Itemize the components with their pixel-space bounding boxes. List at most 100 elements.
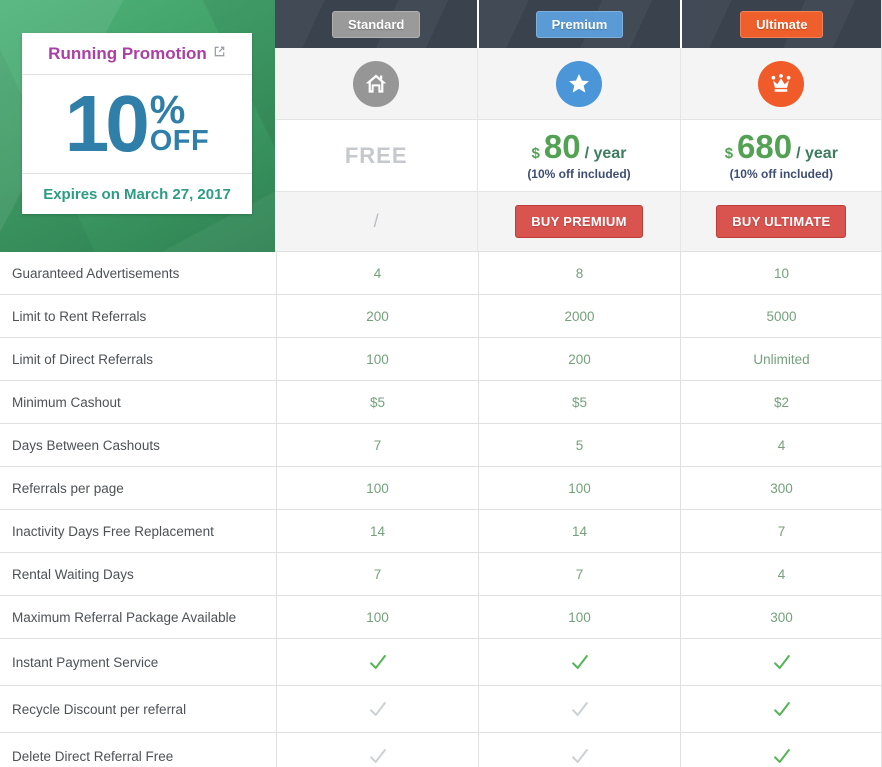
- feature-label: Rental Waiting Days: [0, 553, 277, 595]
- check-icon: [680, 733, 881, 767]
- price-note: (10% off included): [527, 167, 631, 181]
- feature-row: Minimum Cashout $5 $5 $2: [0, 381, 881, 424]
- promotion-panel: Running Promotion 10 % OFF Expires on Ma…: [0, 0, 275, 252]
- feature-value: 100: [366, 609, 389, 625]
- feature-value: 7: [478, 553, 680, 595]
- plan-columns: Standard FREE / Premium $ 80 / year (10%…: [275, 0, 881, 252]
- promotion-discount: 10 % OFF: [22, 75, 252, 174]
- feature-value: 100: [366, 480, 389, 496]
- promotion-card: Running Promotion 10 % OFF Expires on Ma…: [22, 33, 252, 214]
- feature-row: Guaranteed Advertisements 4 8 10: [0, 252, 881, 295]
- plan-buy-standard: /: [275, 192, 478, 252]
- premium-badge: Premium: [535, 10, 624, 38]
- membership-pricing-page: Running Promotion 10 % OFF Expires on Ma…: [0, 0, 882, 767]
- star-icon: [555, 60, 602, 107]
- feature-value: 8: [478, 252, 680, 294]
- plan-header-premium: Premium: [477, 0, 680, 48]
- check-icon: [680, 686, 881, 732]
- promotion-expiry: Expires on March 27, 2017: [43, 185, 231, 203]
- price-period: / year: [584, 145, 627, 162]
- feature-row: Recycle Discount per referral: [0, 686, 881, 733]
- check-icon: [478, 686, 680, 732]
- feature-row: Rental Waiting Days 7 7 4: [0, 553, 881, 596]
- price-period: / year: [796, 145, 838, 162]
- feature-label: Minimum Cashout: [0, 381, 277, 423]
- promotion-title-row: Running Promotion: [22, 33, 252, 75]
- plan-header-standard: Standard: [275, 0, 478, 48]
- plan-buy-premium: BUY PREMIUM: [477, 192, 680, 252]
- feature-label: Referrals per page: [0, 467, 277, 509]
- discount-number: 10: [64, 79, 150, 168]
- feature-value: Unlimited: [680, 338, 881, 380]
- buy-ultimate-button[interactable]: BUY ULTIMATE: [716, 205, 847, 238]
- feature-value: 14: [369, 523, 386, 539]
- buy-premium-button[interactable]: BUY PREMIUM: [515, 205, 643, 238]
- price-amount: 80: [543, 128, 581, 165]
- feature-row: Instant Payment Service: [0, 639, 881, 686]
- feature-row: Limit of Direct Referrals 100 200 Unlimited: [0, 338, 881, 381]
- feature-label: Delete Direct Referral Free: [0, 733, 277, 767]
- currency-sign: $: [531, 145, 540, 162]
- currency-sign: $: [724, 145, 734, 162]
- feature-row: Limit to Rent Referrals 200 2000 5000: [0, 295, 881, 338]
- external-link-icon[interactable]: [213, 45, 226, 58]
- feature-value: $5: [478, 381, 680, 423]
- feature-label: Inactivity Days Free Replacement: [0, 510, 277, 552]
- feature-row: Maximum Referral Package Available 100 100…: [0, 596, 881, 639]
- feature-value: 100: [366, 351, 389, 367]
- pricing-header-section: Running Promotion 10 % OFF Expires on Ma…: [0, 0, 881, 252]
- plan-column-standard: Standard FREE /: [275, 0, 478, 252]
- plan-header-ultimate: Ultimate: [679, 0, 881, 48]
- plan-price-premium: $ 80 / year (10% off included): [477, 120, 680, 192]
- feature-value: 7: [373, 566, 382, 582]
- feature-value: 14: [478, 510, 680, 552]
- price-free-label: FREE: [344, 142, 408, 168]
- feature-label: Guaranteed Advertisements: [0, 252, 277, 294]
- check-icon: [680, 639, 881, 685]
- feature-value: 4: [373, 265, 382, 281]
- feature-label: Days Between Cashouts: [0, 424, 277, 466]
- check-icon: [277, 733, 478, 767]
- no-buy-slash: /: [373, 211, 379, 231]
- standard-badge: Standard: [331, 10, 421, 38]
- feature-value: $2: [680, 381, 881, 423]
- feature-value: 4: [680, 553, 881, 595]
- crown-icon: [758, 60, 805, 107]
- plan-price-standard: FREE: [275, 120, 478, 192]
- feature-value: 300: [680, 596, 881, 638]
- feature-value: 200: [478, 338, 680, 380]
- ultimate-badge: Ultimate: [740, 10, 824, 38]
- promotion-title: Running Promotion: [48, 43, 207, 63]
- plan-column-premium: Premium $ 80 / year (10% off included) B…: [477, 0, 680, 252]
- feature-row: Referrals per page 100 100 300: [0, 467, 881, 510]
- plan-price-ultimate: $ 680 / year (10% off included): [679, 120, 881, 192]
- plan-icon-row: [275, 48, 478, 120]
- feature-value: 7: [680, 510, 881, 552]
- plan-icon-row: [477, 48, 680, 120]
- feature-value: 5000: [680, 295, 881, 337]
- feature-value: 300: [680, 467, 881, 509]
- discount-percent-sign: %: [149, 88, 186, 133]
- feature-value: 4: [680, 424, 881, 466]
- check-icon: [478, 639, 680, 685]
- price-amount: 680: [737, 128, 793, 165]
- feature-value: 100: [478, 596, 680, 638]
- check-icon: [277, 686, 478, 732]
- check-icon: [478, 733, 680, 767]
- feature-value: 7: [373, 437, 382, 453]
- home-icon: [353, 60, 400, 107]
- feature-row: Inactivity Days Free Replacement 14 14 7: [0, 510, 881, 553]
- feature-value: $5: [369, 394, 386, 410]
- feature-value: 100: [478, 467, 680, 509]
- plan-icon-row: [679, 48, 881, 120]
- plan-column-ultimate: Ultimate $ 680 / year (10% off included)…: [679, 0, 881, 252]
- check-icon: [277, 639, 478, 685]
- feature-value: 10: [680, 252, 881, 294]
- feature-label: Limit of Direct Referrals: [0, 338, 277, 380]
- feature-row: Delete Direct Referral Free: [0, 733, 881, 767]
- feature-value: 200: [366, 308, 389, 324]
- feature-label: Maximum Referral Package Available: [0, 596, 277, 638]
- discount-off-label: OFF: [149, 125, 210, 158]
- feature-row: Days Between Cashouts 7 5 4: [0, 424, 881, 467]
- feature-label: Instant Payment Service: [0, 639, 277, 685]
